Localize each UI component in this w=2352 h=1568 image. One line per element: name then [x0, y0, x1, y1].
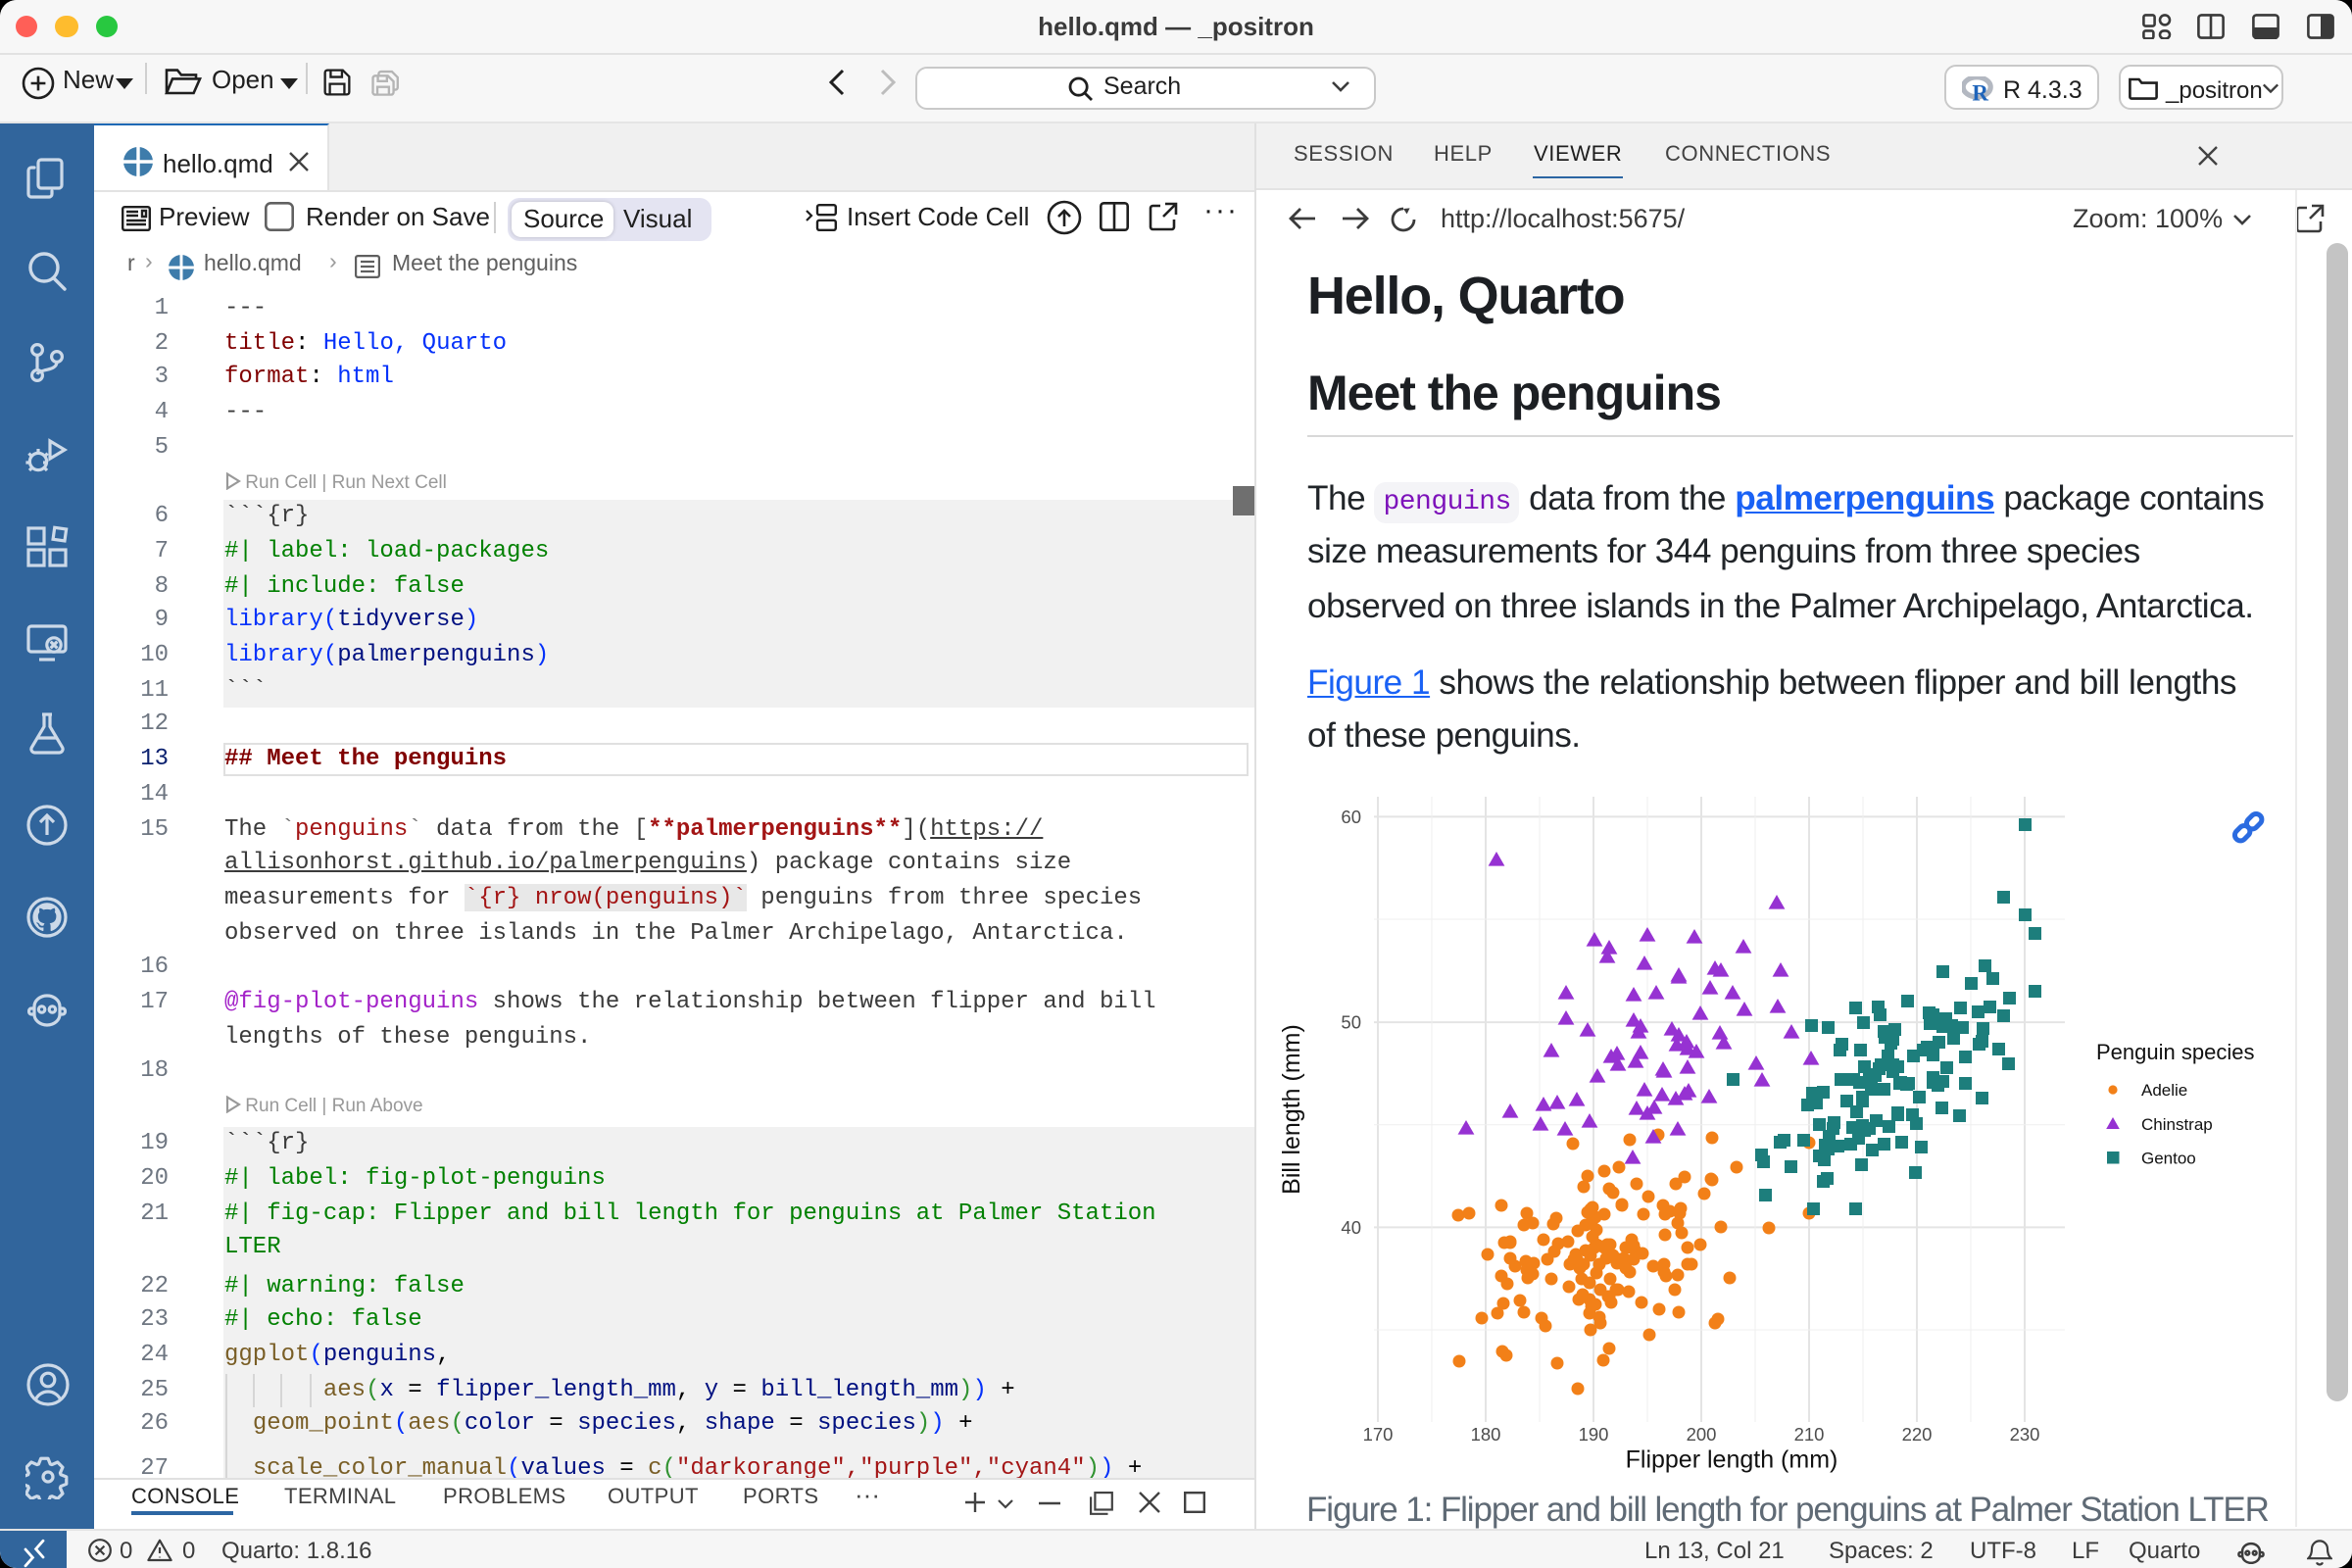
svg-text:R: R: [1972, 79, 1988, 101]
svg-text:Bill length (mm): Bill length (mm): [1278, 1024, 1305, 1195]
svg-text:Penguin species: Penguin species: [2096, 1040, 2254, 1064]
svg-text:180: 180: [1471, 1424, 1501, 1445]
svg-text:220: 220: [1902, 1424, 1933, 1445]
svg-text:Gentoo: Gentoo: [2141, 1150, 2196, 1168]
svg-text:210: 210: [1794, 1424, 1825, 1445]
svg-text:190: 190: [1579, 1424, 1609, 1445]
svg-text:40: 40: [1341, 1217, 1361, 1238]
svg-text:50: 50: [1341, 1012, 1361, 1033]
svg-text:230: 230: [2010, 1424, 2040, 1445]
svg-text:200: 200: [1687, 1424, 1717, 1445]
svg-text:170: 170: [1363, 1424, 1394, 1445]
svg-text:Flipper length (mm): Flipper length (mm): [1626, 1446, 1838, 1473]
svg-text:Chinstrap: Chinstrap: [2141, 1115, 2213, 1134]
svg-text:Adelie: Adelie: [2141, 1081, 2187, 1100]
svg-text:60: 60: [1341, 807, 1361, 827]
